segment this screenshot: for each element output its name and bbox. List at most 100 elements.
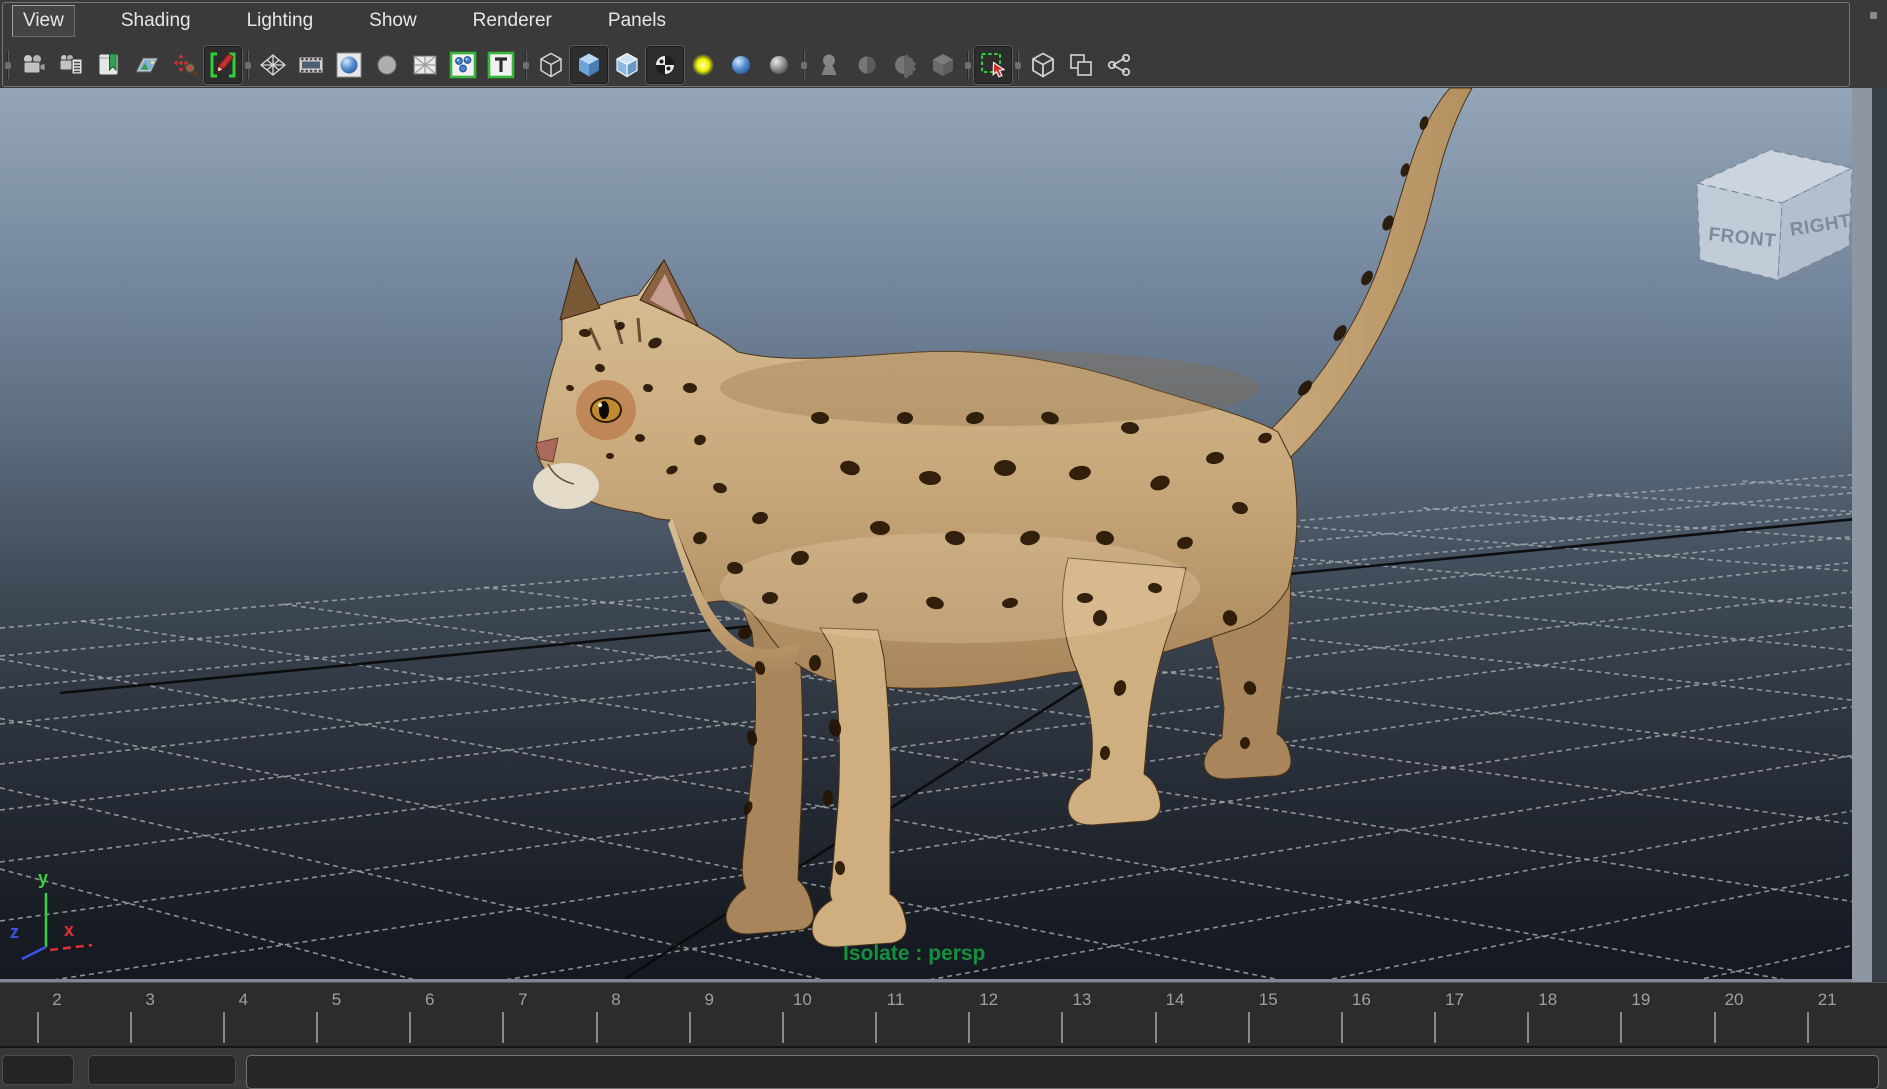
axis-y-label: y (38, 868, 48, 888)
viewport-menubar: View Shading Lighting Show Renderer Pane… (0, 0, 1887, 42)
menu-view[interactable]: View (12, 5, 75, 37)
blue-sphere-icon (732, 56, 750, 74)
light-bust-button[interactable] (810, 46, 848, 84)
perspective-viewport[interactable]: FRONT RIGHT y z x Isolate : persp (0, 88, 1887, 982)
isolate-select-button[interactable] (974, 46, 1012, 84)
toolbar-grip[interactable] (798, 48, 810, 82)
panel-corner-notch (1870, 12, 1877, 19)
toolbar-grip[interactable] (1012, 48, 1024, 82)
frame-tick (1340, 1012, 1343, 1043)
frame-number: 6 (424, 990, 435, 1009)
frame-number: 4 (238, 990, 249, 1009)
grease-pencil-button[interactable] (204, 46, 242, 84)
outline-cube-button[interactable] (1024, 46, 1062, 84)
flat-circle-icon (377, 55, 397, 75)
textured-balls-button[interactable] (444, 46, 482, 84)
soft-cube-icon (933, 54, 953, 76)
frame-number: 8 (611, 990, 621, 1009)
axis-x-label: x (64, 920, 74, 940)
cat-belly-light (720, 533, 1200, 643)
menu-renderer[interactable]: Renderer (463, 6, 562, 36)
select-camera-icon (23, 54, 46, 74)
light-yellow-icon (692, 54, 714, 76)
bookmark-icon (98, 53, 119, 76)
menu-panels[interactable]: Panels (598, 6, 676, 36)
gray-sphere-button[interactable] (760, 46, 798, 84)
frame-number: 18 (1538, 990, 1558, 1009)
cat-back-shade (720, 350, 1260, 426)
frame-number: 2 (52, 990, 62, 1009)
xray-icon (413, 55, 437, 75)
axis-gizmo: y z x (10, 868, 93, 961)
frame-tick (781, 1012, 784, 1043)
wire-cube-icon (540, 52, 562, 78)
half-gear-button[interactable] (886, 46, 924, 84)
checker-sphere-button[interactable] (646, 46, 684, 84)
pan-zoom-button[interactable] (166, 46, 204, 84)
menu-shading[interactable]: Shading (111, 6, 201, 36)
frame-number: 3 (145, 990, 155, 1009)
share-node-button[interactable] (1100, 46, 1138, 84)
xray-button[interactable] (406, 46, 444, 84)
frame-number: 15 (1258, 990, 1278, 1009)
toolbar-grip[interactable] (2, 48, 14, 82)
camera-attributes-button[interactable] (52, 46, 90, 84)
toolbar-grip[interactable] (242, 48, 254, 82)
light-yellow-button[interactable] (684, 46, 722, 84)
frame-number: 19 (1631, 990, 1651, 1009)
frame-number: 20 (1724, 990, 1744, 1009)
frame-number: 16 (1351, 990, 1371, 1009)
time-slider[interactable]: 2 3 4 5 6 7 8 9 10 11 12 13 14 15 16 17 18 19 20 21 (0, 982, 1887, 1048)
image-plane-button[interactable] (128, 46, 166, 84)
shaded-sphere-button[interactable] (330, 46, 368, 84)
frame-tick (688, 1012, 691, 1043)
frame-tick (222, 1012, 225, 1043)
soft-cube-button[interactable] (924, 46, 962, 84)
frame-tick (409, 1012, 412, 1043)
bookmark-button[interactable] (90, 46, 128, 84)
select-camera-button[interactable] (14, 46, 52, 84)
film-gate-icon (298, 56, 324, 74)
frame-number: 9 (704, 990, 714, 1009)
gray-sphere-icon (770, 56, 788, 74)
textured-t-button[interactable] (482, 46, 520, 84)
grid-plane-button[interactable] (254, 46, 292, 84)
scene-canvas[interactable]: FRONT RIGHT y z x Isolate : persp (0, 88, 1887, 982)
view-cube[interactable]: FRONT RIGHT (1695, 149, 1854, 281)
flat-circle-button[interactable] (368, 46, 406, 84)
current-character-field[interactable] (88, 1055, 236, 1085)
frame-number: 13 (1072, 990, 1092, 1009)
frame-number: 10 (792, 990, 812, 1009)
textured-t-icon (487, 51, 515, 79)
blue-sphere-button[interactable] (722, 46, 760, 84)
axis-z-line (21, 945, 47, 961)
toolbar-grip[interactable] (962, 48, 974, 82)
range-slider[interactable] (246, 1055, 1879, 1089)
image-plane-icon (135, 57, 159, 73)
frame-tick (316, 1012, 318, 1043)
window-right-gutter (1872, 88, 1887, 982)
shadow-sphere-button[interactable] (848, 46, 886, 84)
menu-show[interactable]: Show (359, 6, 427, 36)
range-slider-row (0, 1048, 1887, 1089)
frame-tick (1061, 1012, 1064, 1043)
frame-number: 7 (518, 990, 528, 1009)
overlap-squares-button[interactable] (1062, 46, 1100, 84)
smooth-cube-button[interactable] (570, 46, 608, 84)
film-gate-button[interactable] (292, 46, 330, 84)
playback-start-field[interactable] (2, 1055, 74, 1085)
isolate-select-icon (981, 53, 1006, 78)
menu-lighting[interactable]: Lighting (237, 6, 324, 36)
wire-shaded-cube-button[interactable] (608, 46, 646, 84)
wire-shaded-cube-icon (616, 52, 638, 78)
outline-cube-icon (1032, 52, 1054, 78)
share-node-icon (1107, 53, 1131, 77)
frame-tick (502, 1012, 505, 1043)
toolbar-grip[interactable] (520, 48, 532, 82)
axis-x-line (49, 943, 93, 952)
shaded-sphere-icon (336, 52, 362, 78)
frame-number: 12 (979, 990, 999, 1009)
frame-tick (1434, 1012, 1437, 1043)
wire-cube-button[interactable] (532, 46, 570, 84)
frame-tick (129, 1012, 132, 1043)
